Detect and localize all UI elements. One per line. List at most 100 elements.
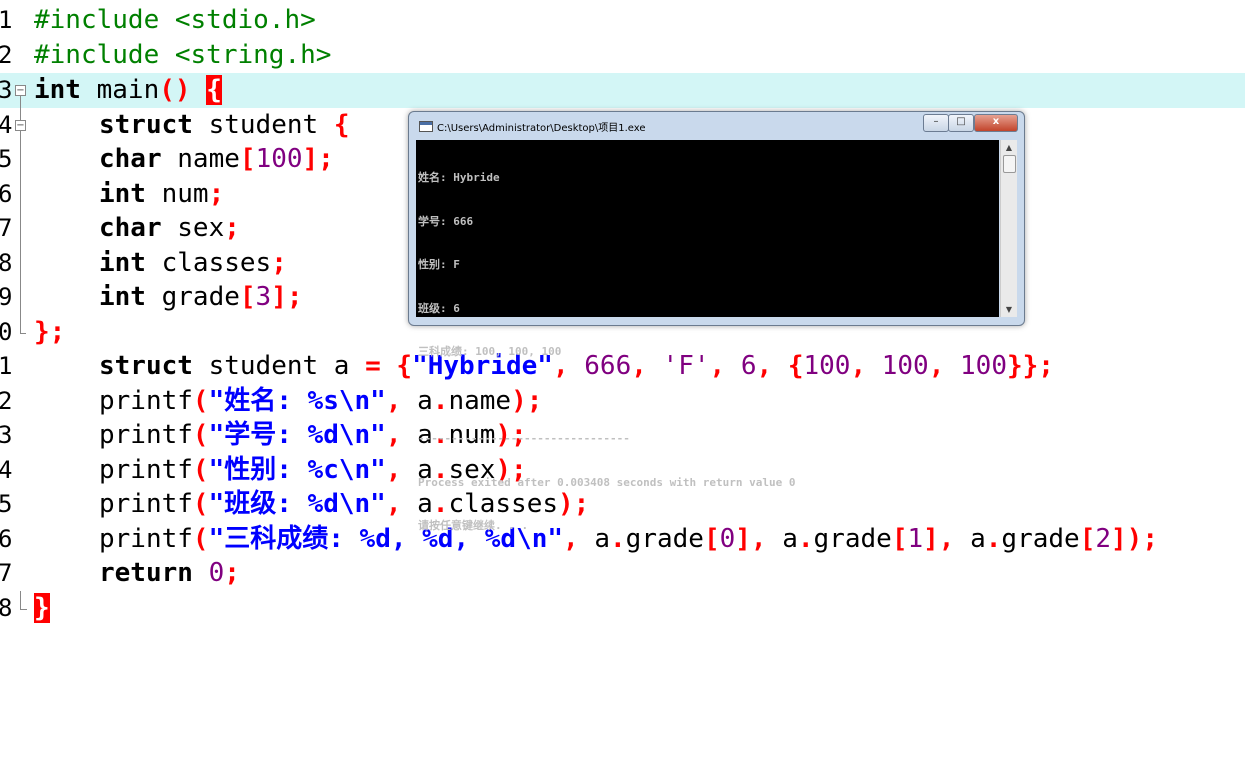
identifier: sex (161, 213, 225, 243)
code-line[interactable]: 8 } (0, 591, 1245, 626)
close-button[interactable]: x (974, 114, 1018, 132)
code-text: }; (34, 315, 65, 350)
code-line-current[interactable]: 3 − int main() { (0, 73, 1245, 108)
line-number: 5 (0, 490, 12, 518)
number-literal: 2 (1095, 524, 1112, 554)
code-text: int num; (99, 177, 224, 212)
keyword: return (99, 558, 193, 588)
operator: ( (192, 455, 209, 485)
operator: ; (208, 179, 225, 209)
operator: [ (1079, 524, 1096, 554)
operator: ; (271, 248, 287, 278)
identifier: a (954, 524, 986, 554)
operator: ( (192, 420, 209, 450)
string-literal: "班级: %d\n" (208, 489, 386, 519)
fold-guide (13, 280, 29, 315)
code-text: int main() { (34, 73, 222, 108)
operator: ( (192, 386, 209, 416)
console-scrollbar[interactable]: ▲ ▼ (1000, 140, 1017, 317)
code-text: struct student { (99, 108, 349, 143)
operator: ], (923, 524, 955, 554)
operator: , (385, 420, 402, 450)
preprocessor-directive: #include <string.h> (34, 40, 332, 70)
keyword: struct (99, 110, 193, 140)
scroll-down-arrow-icon[interactable]: ▼ (1001, 302, 1017, 317)
operator: ]; (302, 144, 334, 174)
operator: ( (192, 489, 209, 519)
console-app-icon[interactable] (419, 121, 433, 132)
code-line[interactable]: 2 #include <string.h> (0, 38, 1245, 73)
line-number: 4 (0, 111, 12, 139)
scroll-up-arrow-icon[interactable]: ▲ (1001, 140, 1017, 155)
keyword: int (99, 248, 146, 278)
identifier: student (192, 110, 334, 140)
line-number: 9 (0, 283, 12, 311)
line-number: 0 (0, 318, 12, 346)
console-line: 班级: 6 (418, 301, 460, 315)
operator: , (928, 351, 945, 381)
line-number: 7 (0, 214, 12, 242)
operator: [ (891, 524, 908, 554)
identifier: student a (192, 351, 366, 381)
console-line: 姓名: Hybride (418, 171, 500, 184)
fold-guide (13, 177, 29, 212)
identifier: grade (145, 282, 240, 312)
console-line: 三科成绩: 100, 100, 100 (418, 345, 562, 358)
line-number: 2 (0, 41, 12, 69)
matched-brace: { (206, 75, 222, 105)
console-title: C:\Users\Administrator\Desktop\项目1.exe (437, 123, 646, 134)
keyword: char (99, 213, 162, 243)
console-window[interactable]: C:\Users\Administrator\Desktop\项目1.exe –… (408, 111, 1025, 532)
line-number: 4 (0, 456, 12, 484)
string-literal: "性别: %c\n" (208, 455, 386, 485)
console-output-area[interactable]: 姓名: Hybride 学号: 666 性别: F 班级: 6 三科成绩: 10… (416, 140, 999, 532)
console-separator: -------------------------------- (418, 432, 630, 445)
operator: ; (224, 558, 240, 588)
operator: , (385, 455, 402, 485)
keyword: int (34, 75, 81, 105)
line-number: 3 (0, 421, 12, 449)
fold-minus-icon[interactable]: − (13, 108, 29, 143)
preprocessor-directive: #include <stdio.h> (34, 5, 316, 35)
operator: { (333, 110, 350, 140)
number-literal: 1 (907, 524, 924, 554)
console-titlebar[interactable]: C:\Users\Administrator\Desktop\项目1.exe –… (409, 112, 1024, 138)
fold-guide (13, 315, 29, 350)
line-number: 2 (0, 387, 12, 415)
operator: = (365, 351, 381, 381)
line-number: 7 (0, 559, 12, 587)
minimize-button[interactable]: – (923, 114, 949, 132)
function-name: printf (99, 489, 193, 519)
fold-guide (13, 246, 29, 281)
identifier: grade (1001, 524, 1080, 554)
identifier: classes (145, 248, 272, 278)
console-line: 请按任意键继续. . . (418, 519, 529, 532)
operator: }; (34, 317, 66, 347)
fold-end-guide (13, 591, 29, 626)
operator: ( (192, 524, 209, 554)
fold-minus-icon[interactable]: − (13, 73, 29, 108)
operator: ]; (271, 282, 303, 312)
function-name: printf (99, 524, 193, 554)
keyword: int (99, 179, 146, 209)
number-literal: 0 (208, 558, 225, 588)
operator: [ (239, 282, 256, 312)
code-text: char sex; (99, 211, 240, 246)
fold-guide (13, 211, 29, 246)
number-literal: 100 (866, 351, 929, 381)
code-line[interactable]: 1 #include <stdio.h> (0, 3, 1245, 38)
code-text: char name[100]; (99, 142, 334, 177)
function-name: printf (99, 420, 193, 450)
number-literal: 3 (255, 282, 272, 312)
matched-brace: } (34, 593, 50, 623)
keyword: int (99, 282, 146, 312)
operator: . (985, 524, 1002, 554)
scrollbar-thumb[interactable] (1003, 155, 1016, 173)
code-text: int classes; (99, 246, 287, 281)
maximize-button[interactable]: □ (948, 114, 974, 132)
code-text: } (34, 591, 50, 626)
string-literal: "姓名: %s\n" (208, 386, 386, 416)
